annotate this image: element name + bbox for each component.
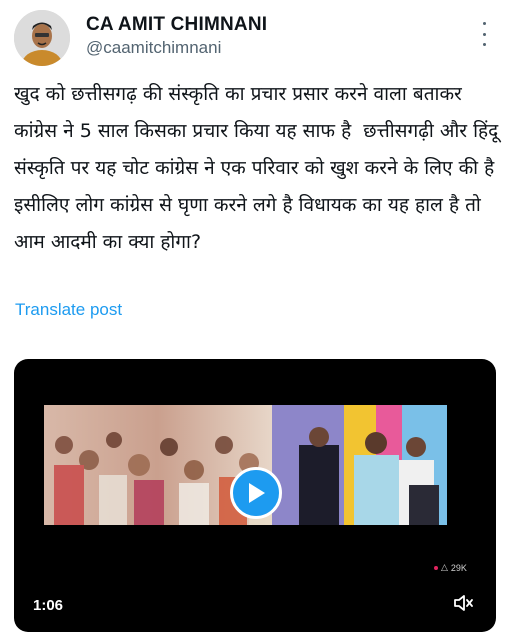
play-button[interactable] bbox=[230, 467, 282, 519]
mute-icon[interactable] bbox=[452, 592, 474, 614]
overlay-view-count: △ 29K bbox=[434, 562, 467, 573]
eye-icon: △ bbox=[441, 562, 448, 572]
more-options-icon[interactable] bbox=[475, 22, 493, 46]
overlay-views-text: 29K bbox=[450, 562, 467, 573]
post-text: खुद को छत्तीसगढ़ की संस्कृति का प्रचार प… bbox=[14, 83, 505, 253]
translate-post-link[interactable]: Translate post bbox=[15, 300, 122, 320]
live-dot-icon bbox=[434, 565, 438, 570]
author-name[interactable]: CA AMIT CHIMNANI bbox=[86, 14, 267, 36]
video-player[interactable]: △ 29K 1:06 bbox=[14, 359, 496, 632]
author-handle[interactable]: @caamitchimnani bbox=[86, 38, 221, 58]
avatar[interactable] bbox=[14, 10, 70, 66]
play-icon bbox=[249, 483, 265, 503]
video-duration: 1:06 bbox=[33, 597, 64, 614]
